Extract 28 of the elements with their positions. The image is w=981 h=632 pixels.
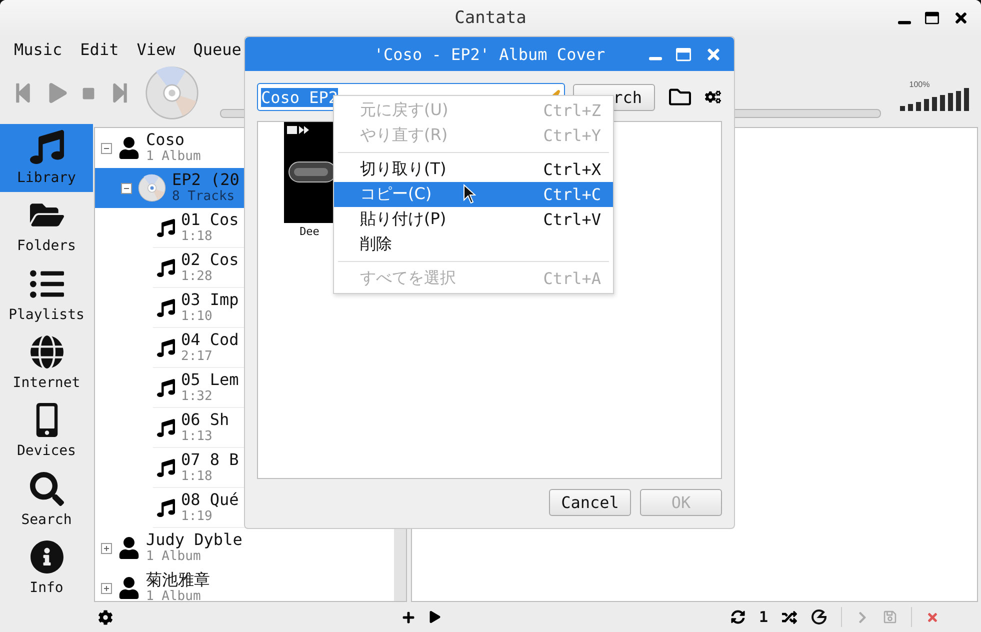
window-title: Cantata xyxy=(454,8,526,28)
track-duration: 1:13 xyxy=(181,428,214,444)
track-title: 03 Imp xyxy=(181,290,239,308)
track-title: 04 Cod xyxy=(181,330,239,348)
track-title: 01 Cos xyxy=(181,210,239,228)
cover-caption: Dee xyxy=(300,225,320,238)
track-count: 8 Tracks xyxy=(172,188,236,205)
volume-reading: 100% xyxy=(909,80,930,89)
track-title: 08 Qué xyxy=(181,490,239,508)
track-duration: 1:18 xyxy=(181,468,214,484)
artist-name: Coso xyxy=(146,131,186,148)
track-duration: 1:18 xyxy=(181,228,214,244)
track-title: 05 Lem xyxy=(181,370,239,388)
album-count: 1 Album xyxy=(146,148,201,165)
album-count: 1 Album xyxy=(146,588,202,601)
track-duration: 1:32 xyxy=(181,388,214,404)
track-duration: 1:10 xyxy=(181,308,214,324)
track-title: 02 Cos xyxy=(181,250,239,268)
track-title: 06 Sh xyxy=(181,410,230,428)
track-duration: 1:28 xyxy=(181,268,214,284)
dialog-title: 'Coso - EP2' Album Cover xyxy=(374,44,606,64)
artist-name: Judy Dyble xyxy=(146,531,242,548)
track-duration: 2:17 xyxy=(181,348,214,364)
track-title: 07 8 B xyxy=(181,450,239,468)
album-count: 1 Album xyxy=(146,548,202,565)
artist-name: 菊池雅章 xyxy=(146,571,210,588)
track-duration: 1:19 xyxy=(181,508,214,524)
album-name: EP2 (20 xyxy=(172,171,240,188)
